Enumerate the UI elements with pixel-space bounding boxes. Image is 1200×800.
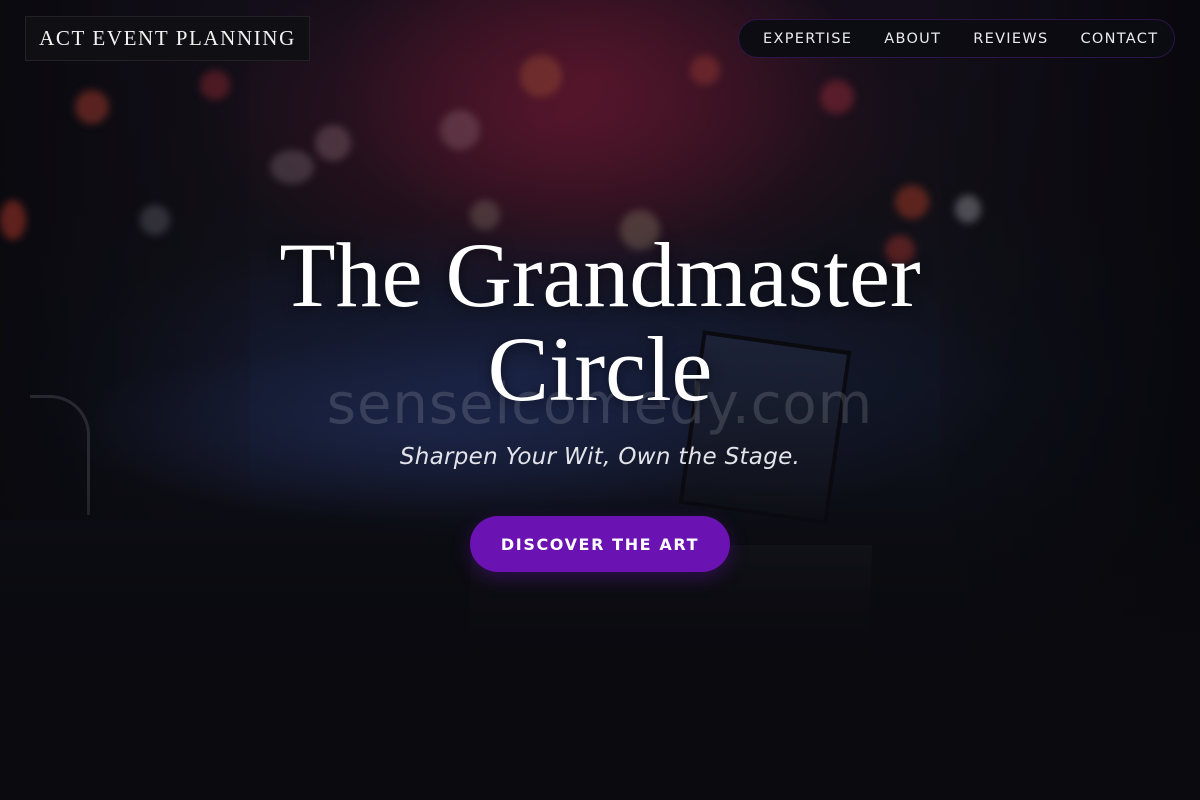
nav-link-contact[interactable]: CONTACT [1080, 31, 1158, 47]
nav-link-about[interactable]: ABOUT [884, 31, 941, 47]
brand-logo[interactable]: ACT EVENT PLANNING [25, 16, 310, 61]
discover-the-art-button[interactable]: DISCOVER THE ART [470, 516, 730, 572]
hero-title-line-2: Circle [487, 318, 713, 420]
hero-subtitle: Sharpen Your Wit, Own the Stage. [399, 444, 801, 470]
nav-link-reviews[interactable]: REVIEWS [973, 31, 1048, 47]
nav-link-expertise[interactable]: EXPERTISE [763, 31, 852, 47]
hero-title-line-1: The Grandmaster [279, 224, 921, 326]
main-nav: EXPERTISE ABOUT REVIEWS CONTACT [738, 19, 1175, 58]
hero-title: The Grandmaster Circle [0, 228, 1200, 416]
